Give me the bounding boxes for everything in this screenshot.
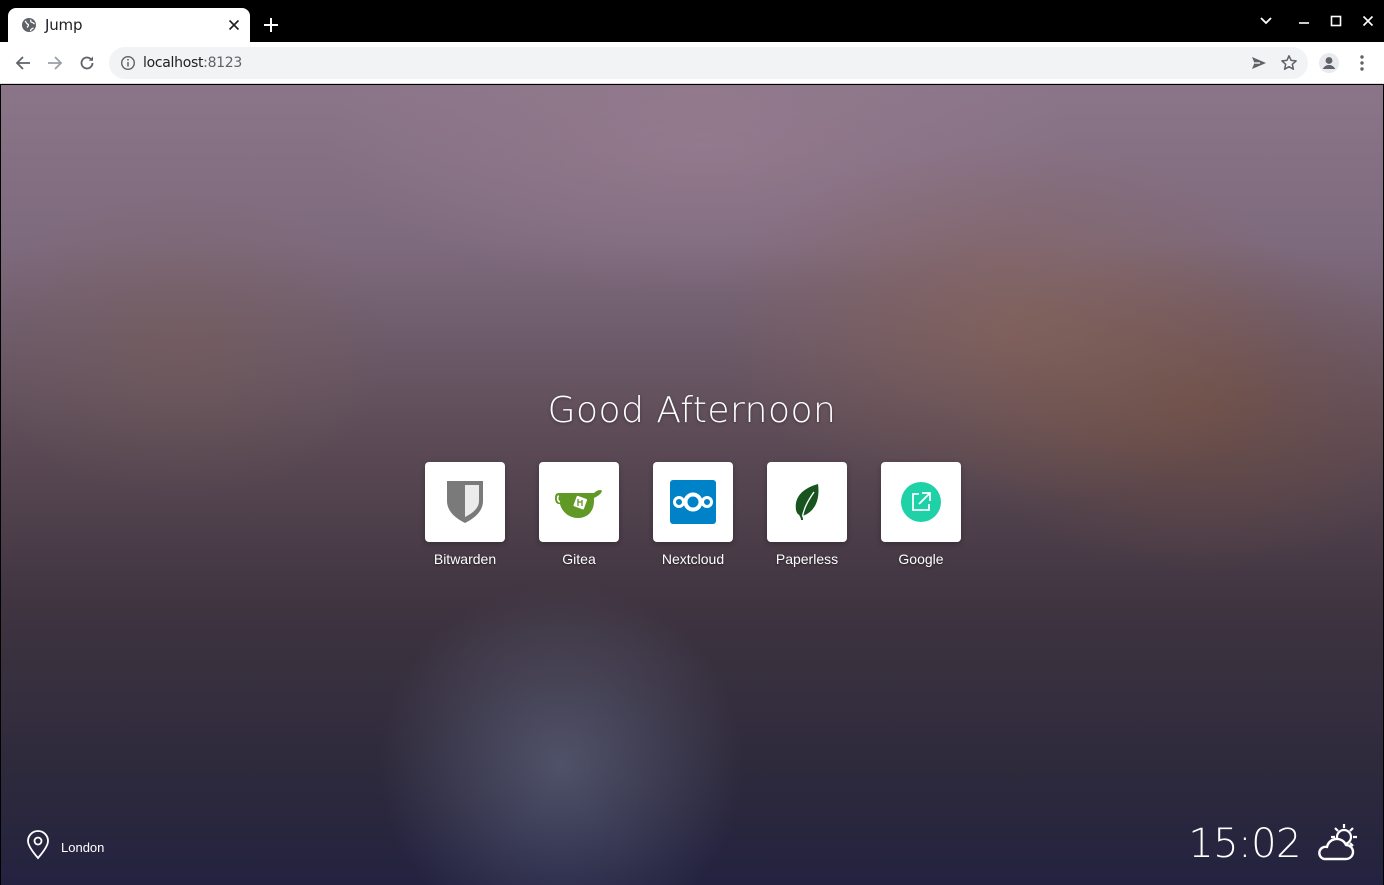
browser-toolbar: localhost:8123: [0, 42, 1384, 84]
bitwarden-shield-icon[interactable]: [425, 462, 505, 542]
browser-tab[interactable]: Jump: [8, 8, 250, 42]
nextcloud-icon[interactable]: [653, 462, 733, 542]
site-label: Nextcloud: [661, 551, 725, 567]
browser-menu-icon[interactable]: [1350, 51, 1374, 75]
back-icon[interactable]: [11, 51, 35, 75]
tab-title: Jump: [45, 16, 83, 34]
location-widget: London: [25, 830, 104, 865]
site-paperless[interactable]: Paperless: [767, 462, 847, 567]
minimize-icon[interactable]: [1295, 12, 1313, 30]
site-bitwarden[interactable]: Bitwarden: [425, 462, 505, 567]
site-list: Bitwarden Gitea Nextcloud Paperless Goog…: [425, 462, 961, 567]
address-bar[interactable]: localhost:8123: [109, 47, 1308, 79]
site-label: Google: [898, 551, 944, 567]
greeting-heading: Good Afternoon: [547, 390, 837, 431]
site-label: Paperless: [775, 551, 839, 567]
url-port: :8123: [203, 55, 243, 71]
close-tab-icon[interactable]: [226, 17, 242, 33]
forward-icon[interactable]: [43, 51, 67, 75]
site-label: Bitwarden: [433, 551, 497, 567]
site-nextcloud[interactable]: Nextcloud: [653, 462, 733, 567]
close-window-icon[interactable]: [1359, 12, 1377, 30]
new-tab-icon[interactable]: [260, 14, 282, 36]
page-background: Good Afternoon Bitwarden Gitea Nextcloud…: [1, 85, 1383, 885]
globe-icon: [21, 17, 37, 33]
clock-time: 15:02: [1188, 821, 1301, 867]
site-gitea[interactable]: Gitea: [539, 462, 619, 567]
site-label: Gitea: [562, 551, 596, 567]
partly-cloudy-day-icon: [1314, 823, 1362, 863]
browser-titlebar: Jump: [0, 0, 1384, 42]
bookmark-star-icon[interactable]: [1280, 54, 1298, 72]
send-tab-icon[interactable]: [1250, 54, 1268, 72]
url-text: localhost:8123: [143, 55, 242, 71]
url-host: localhost: [143, 55, 204, 71]
location-name: London: [61, 840, 105, 855]
gitea-teacup-icon[interactable]: [539, 462, 619, 542]
site-info-icon[interactable]: [120, 55, 136, 71]
paperless-leaf-icon[interactable]: [767, 462, 847, 542]
maximize-icon[interactable]: [1327, 12, 1345, 30]
site-google[interactable]: Google: [881, 462, 961, 567]
location-pin-icon: [25, 830, 51, 865]
tab-search-chevron-icon[interactable]: [1257, 12, 1275, 30]
reload-icon[interactable]: [75, 51, 99, 75]
profile-avatar-icon[interactable]: [1317, 51, 1341, 75]
external-link-icon[interactable]: [881, 462, 961, 542]
